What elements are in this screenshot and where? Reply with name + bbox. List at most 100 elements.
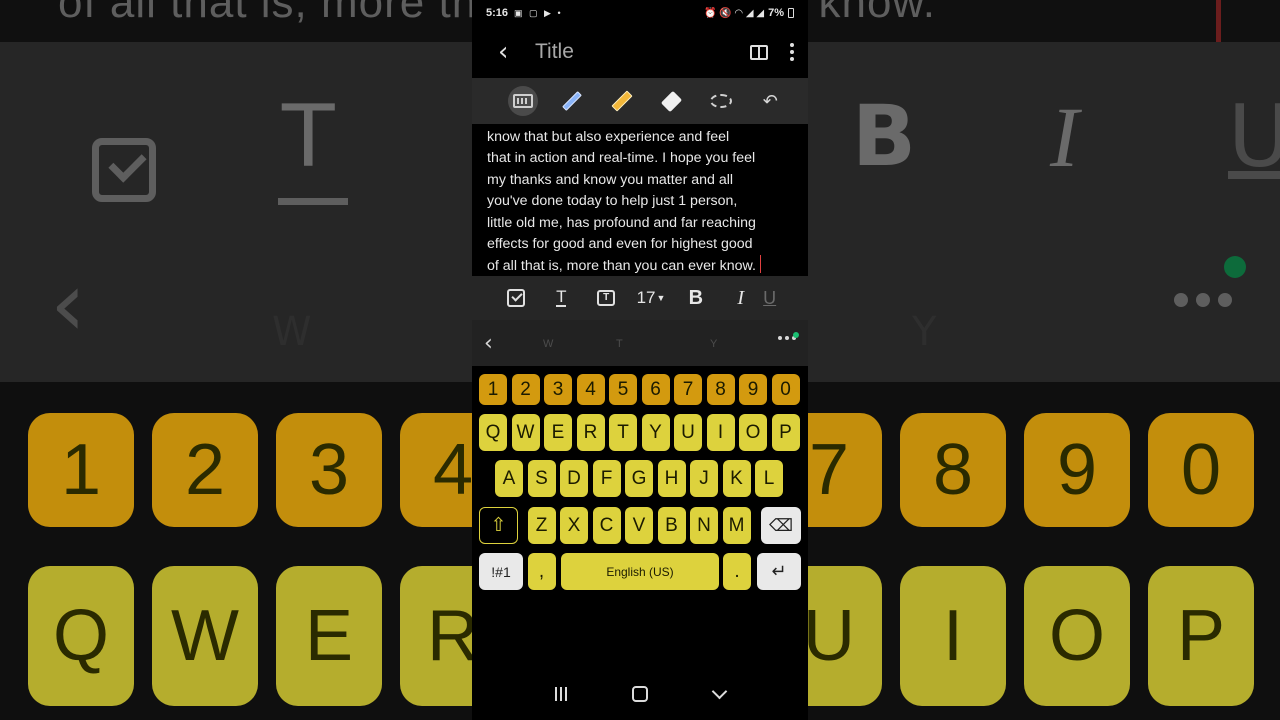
- key-p[interactable]: P: [771, 414, 800, 451]
- undo-button[interactable]: ↶: [746, 85, 796, 117]
- key-s[interactable]: S: [527, 460, 556, 497]
- shift-key[interactable]: ⇧: [479, 507, 518, 544]
- key-o[interactable]: O: [739, 414, 767, 451]
- reading-mode-icon[interactable]: [750, 44, 768, 60]
- backspace-key[interactable]: ⌫: [761, 507, 801, 544]
- text-style-icon: T: [556, 287, 567, 307]
- key-e[interactable]: E: [544, 414, 572, 451]
- key-d[interactable]: D: [560, 460, 588, 497]
- status-time: 5:16: [486, 7, 509, 19]
- key-l[interactable]: L: [755, 460, 783, 497]
- key-u[interactable]: U: [674, 414, 702, 451]
- key-i[interactable]: I: [706, 414, 735, 451]
- key-1[interactable]: 1: [479, 374, 507, 405]
- bg-key: 8: [900, 413, 1006, 527]
- bg-key: 0: [1148, 413, 1254, 527]
- key-w[interactable]: W: [511, 414, 540, 451]
- note-line: little old me, has profound and far reac…: [487, 214, 756, 231]
- key-y[interactable]: Y: [641, 414, 670, 451]
- bg-key: E: [276, 566, 382, 706]
- bg-key: 1: [28, 413, 134, 527]
- collapse-toolbar-icon[interactable]: ‹: [484, 331, 493, 356]
- note-body[interactable]: know that but also experience and feel t…: [472, 124, 808, 276]
- phone-screen: 5:16 ▣ ▢ ▶ • ⏰ 🔇 ◠ ◢ ◢ 7% ‹ Title ↶ know…: [472, 0, 808, 720]
- more-vert-icon[interactable]: [790, 43, 794, 61]
- key-8[interactable]: 8: [706, 374, 735, 405]
- period-key[interactable]: .: [723, 553, 751, 590]
- title-actions: [750, 43, 794, 61]
- undo-icon: ↶: [762, 90, 778, 112]
- key-b[interactable]: B: [657, 507, 686, 544]
- key-0[interactable]: 0: [771, 374, 800, 405]
- note-line: my thanks and know you matter and all: [487, 171, 734, 188]
- key-f[interactable]: F: [592, 460, 621, 497]
- checklist-button[interactable]: [494, 283, 539, 313]
- key-n[interactable]: N: [690, 507, 718, 544]
- bg-text-underline: [278, 198, 348, 205]
- status-bar: 5:16 ▣ ▢ ▶ • ⏰ 🔇 ◠ ◢ ◢ 7%: [472, 0, 808, 26]
- recent-apps-icon[interactable]: [554, 687, 567, 701]
- system-nav-bar: [472, 668, 808, 720]
- key-4[interactable]: 4: [576, 374, 605, 405]
- arrow-back-icon[interactable]: ‹: [498, 37, 522, 67]
- key-9[interactable]: 9: [739, 374, 767, 405]
- font-size-dropdown[interactable]: 17 ▼: [629, 283, 674, 313]
- key-2[interactable]: 2: [511, 374, 540, 405]
- italic-button[interactable]: I: [718, 283, 763, 313]
- key-t[interactable]: T: [609, 414, 637, 451]
- key-c[interactable]: C: [592, 507, 621, 544]
- bg-more-dot: [1218, 293, 1232, 307]
- key-m[interactable]: M: [722, 507, 751, 544]
- key-k[interactable]: K: [722, 460, 751, 497]
- bg-key: 9: [1024, 413, 1130, 527]
- checklist-icon: [507, 289, 526, 307]
- key-q[interactable]: Q: [479, 414, 507, 451]
- key-z[interactable]: Z: [527, 507, 556, 544]
- bg-chevron-left-icon: ‹: [50, 252, 86, 357]
- key-a[interactable]: A: [495, 460, 523, 497]
- underline-button[interactable]: U: [763, 283, 808, 313]
- bold-button[interactable]: B: [673, 283, 718, 313]
- pen-button[interactable]: [548, 85, 598, 117]
- bg-bold-icon: B: [852, 87, 917, 185]
- note-line: of all that is, more than you can ever k…: [487, 258, 756, 275]
- lasso-button[interactable]: [696, 85, 746, 117]
- note-line: that in action and real-time. I hope you…: [487, 150, 756, 167]
- key-v[interactable]: V: [625, 507, 653, 544]
- comma-key[interactable]: ,: [527, 553, 556, 590]
- suggestion[interactable]: T: [616, 338, 623, 350]
- key-3[interactable]: 3: [544, 374, 572, 405]
- text-style-button[interactable]: T: [539, 283, 584, 313]
- key-5[interactable]: 5: [609, 374, 637, 405]
- dropdown-arrow-icon: ▼: [656, 293, 666, 303]
- suggestion[interactable]: Y: [710, 338, 717, 350]
- key-6[interactable]: 6: [641, 374, 670, 405]
- bg-key: O: [1024, 566, 1130, 706]
- keyboard-mode-button[interactable]: [498, 85, 548, 117]
- suggestion[interactable]: W: [543, 338, 553, 350]
- key-j[interactable]: J: [690, 460, 718, 497]
- text-box-button[interactable]: T: [584, 283, 629, 313]
- enter-key[interactable]: ↵: [757, 553, 801, 590]
- key-g[interactable]: G: [625, 460, 653, 497]
- space-key[interactable]: English (US): [561, 553, 719, 590]
- key-x[interactable]: X: [560, 507, 588, 544]
- symbols-key[interactable]: !#1: [479, 553, 523, 590]
- keyboard-icon: [512, 94, 533, 108]
- eraser-button[interactable]: [647, 85, 697, 117]
- text-box-icon: T: [597, 290, 616, 306]
- note-title[interactable]: Title: [535, 40, 574, 64]
- title-bar: ‹ Title: [472, 26, 808, 78]
- nav-back-icon[interactable]: [711, 683, 728, 699]
- home-icon[interactable]: [632, 686, 649, 702]
- eraser-icon: [660, 90, 682, 112]
- keyboard: 1 2 3 4 5 6 7 8 9 0 Q W E R T Y U I O P …: [472, 366, 808, 602]
- pen-toolbar: ↶: [472, 78, 808, 124]
- bg-checklist-icon: [92, 138, 156, 202]
- bg-key: W: [152, 566, 258, 706]
- key-h[interactable]: H: [657, 460, 686, 497]
- bg-key: Q: [28, 566, 134, 706]
- highlighter-button[interactable]: [597, 85, 647, 117]
- key-7[interactable]: 7: [674, 374, 702, 405]
- key-r[interactable]: R: [576, 414, 605, 451]
